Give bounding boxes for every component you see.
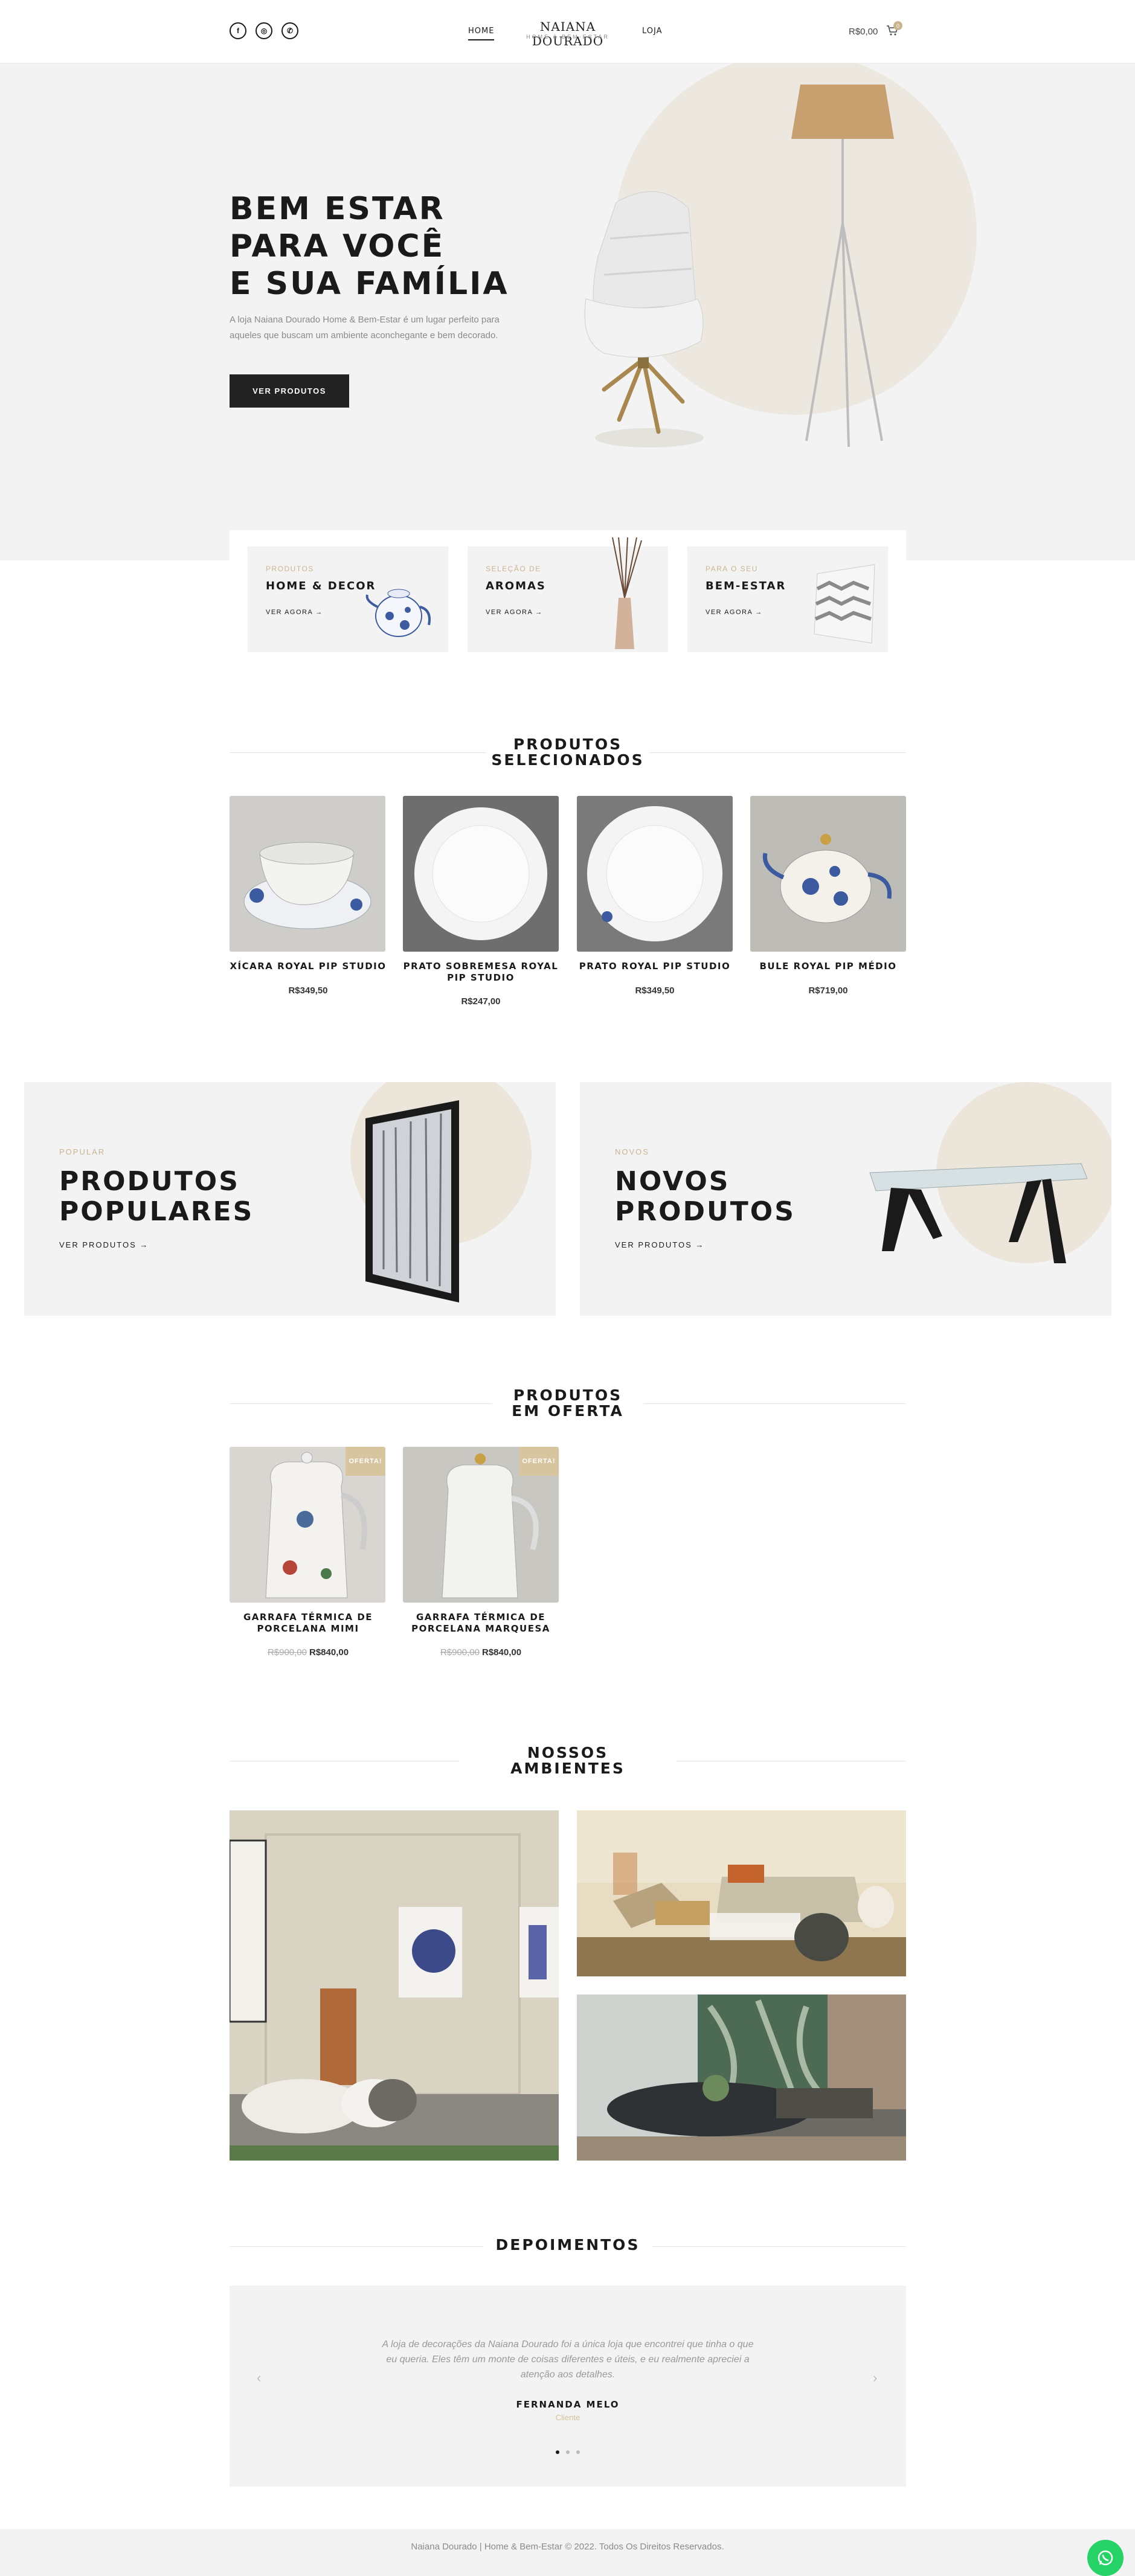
category-card-home-decor[interactable]: PRODUTOS HOME & DECOR VER AGORA → — [248, 546, 448, 652]
category-title: AROMAS — [486, 580, 546, 592]
framed-art-image — [365, 1100, 459, 1302]
old-price: R$900,00 — [440, 1647, 480, 1658]
promo-subtitle: POPULAR — [59, 1147, 106, 1156]
product-image[interactable] — [750, 796, 906, 952]
slider-dot[interactable] — [576, 2450, 580, 2454]
promo-subtitle: NOVOS — [615, 1147, 649, 1156]
armchair-image — [584, 191, 704, 447]
chevron-left-icon[interactable]: ‹ — [257, 2370, 261, 2386]
sale-badge: OFERTA! — [519, 1447, 559, 1476]
whatsapp-icon — [1098, 2550, 1113, 2566]
glass-table-image — [869, 1163, 1088, 1263]
hero-description: A loja Naiana Dourado Home & Bem-Estar é… — [230, 315, 500, 341]
cart-count-badge: 0 — [893, 21, 902, 30]
nav-home[interactable]: HOME — [468, 27, 495, 40]
product-price: R$247,00 — [461, 996, 501, 1007]
floor-lamp-image — [791, 85, 894, 447]
environment-photo-dining[interactable] — [577, 1994, 906, 2161]
site-footer: Naiana Dourado | Home & Bem-Estar © 2022… — [0, 2529, 1135, 2576]
product-image[interactable] — [577, 796, 733, 952]
instagram-icon[interactable]: ◎ — [256, 22, 272, 39]
cart-total[interactable]: R$0,00 — [849, 27, 878, 37]
category-title: BEM-ESTAR — [706, 580, 786, 592]
product-price: R$900,00 R$840,00 — [220, 1647, 396, 1658]
product-name[interactable]: BULE ROYAL PIP MÉDIO — [741, 961, 916, 972]
old-price: R$900,00 — [267, 1647, 307, 1658]
category-cards: PRODUTOS HOME & DECOR VER AGORA → SELEÇÃ… — [230, 530, 906, 666]
category-subtitle: PARA O SEU — [706, 565, 758, 573]
environment-photo-lounge[interactable] — [577, 1810, 906, 1976]
teacup-image — [230, 796, 385, 952]
product-price: R$900,00 R$840,00 — [393, 1647, 568, 1658]
slider-dot-active[interactable] — [556, 2450, 559, 2454]
site-header: f ◎ ✆ HOME NAIANA DOURADO HOME & BEM-EST… — [0, 0, 1135, 63]
logo-subtitle: HOME & BEM-ESTAR — [526, 34, 609, 40]
product-price: R$719,00 — [808, 985, 848, 996]
slider-dot[interactable] — [566, 2450, 570, 2454]
featured-section-title: PRODUTOS SELECIONADOS — [491, 735, 645, 769]
product-price: R$349,50 — [635, 985, 675, 996]
dessert-plate-image — [403, 796, 559, 952]
promo-link[interactable]: VER PRODUTOS → — [59, 1240, 149, 1249]
promo-link[interactable]: VER PRODUTOS → — [615, 1240, 704, 1249]
category-link[interactable]: VER AGORA → — [266, 609, 323, 616]
chevron-right-icon[interactable]: › — [873, 2370, 877, 2386]
environment-photo-living-room[interactable] — [230, 1810, 559, 2161]
product-name[interactable]: GARRAFA TÉRMICA DE PORCELANA MARQUESA — [393, 1612, 568, 1635]
offers-section-title: PRODUTOS EM OFERTA — [512, 1386, 624, 1420]
sale-price: R$840,00 — [482, 1647, 522, 1658]
facebook-icon[interactable]: f — [230, 22, 246, 39]
testimonial-quote: A loja de decorações da Naiana Dourado f… — [382, 2339, 754, 2380]
promo-title: NOVOS PRODUTOS — [615, 1166, 796, 1227]
testimonials-section-title: DEPOIMENTOS — [495, 2236, 640, 2254]
sale-badge: OFERTA! — [346, 1447, 385, 1476]
testimonial-role: Cliente — [555, 2413, 580, 2422]
diffuser-image — [612, 537, 642, 649]
product-name[interactable]: XÍCARA ROYAL PIP STUDIO — [220, 961, 396, 972]
teapot-image — [365, 589, 431, 637]
sale-price: R$840,00 — [309, 1647, 349, 1658]
product-image[interactable] — [403, 796, 559, 952]
pillow-image — [814, 564, 875, 644]
nav-shop[interactable]: LOJA — [642, 27, 663, 36]
footer-copyright: Naiana Dourado | Home & Bem-Estar © 2022… — [411, 2542, 724, 2552]
category-card-aromas[interactable]: SELEÇÃO DE AROMAS VER AGORA → — [468, 537, 668, 652]
whatsapp-icon[interactable]: ✆ — [281, 22, 298, 39]
plate-image — [577, 796, 733, 952]
whatsapp-float-button[interactable] — [1087, 2540, 1124, 2576]
hero-cta-button[interactable]: VER PRODUTOS — [230, 374, 349, 408]
promo-popular[interactable]: POPULAR PRODUTOS POPULARES VER PRODUTOS → — [24, 1082, 556, 1316]
product-name[interactable]: GARRAFA TÉRMICA DE PORCELANA MIMI — [220, 1612, 396, 1635]
section-divider — [652, 2246, 906, 2247]
product-price: R$349,50 — [288, 985, 328, 996]
nav-active-underline — [468, 39, 495, 40]
product-name[interactable]: PRATO SOBREMESA ROYAL PIP STUDIO — [393, 961, 568, 984]
testimonial-author: FERNANDA MELO — [516, 2399, 620, 2410]
teapot-product-image — [750, 796, 906, 952]
environments-section-title: NOSSOS AMBIENTES — [510, 1744, 625, 1777]
category-card-bem-estar[interactable]: PARA O SEU BEM-ESTAR VER AGORA → — [687, 546, 888, 652]
promo-title: PRODUTOS POPULARES — [59, 1166, 254, 1227]
product-image[interactable] — [230, 796, 385, 952]
section-divider — [230, 2246, 483, 2247]
product-image[interactable]: OFERTA! — [230, 1447, 385, 1603]
hero-section: BEM ESTAR PARA VOCÊ E SUA FAMÍLIA A loja… — [0, 63, 1135, 560]
hero-title: BEM ESTAR PARA VOCÊ E SUA FAMÍLIA — [230, 191, 509, 302]
testimonial-slider: ‹ › A loja de decorações da Naiana Doura… — [230, 2286, 906, 2487]
category-link[interactable]: VER AGORA → — [486, 609, 543, 616]
category-subtitle: PRODUTOS — [266, 565, 314, 573]
category-title: HOME & DECOR — [266, 580, 376, 592]
product-image[interactable]: OFERTA! — [403, 1447, 559, 1603]
category-subtitle: SELEÇÃO DE — [486, 565, 541, 573]
category-link[interactable]: VER AGORA → — [706, 609, 763, 616]
product-name[interactable]: PRATO ROYAL PIP STUDIO — [567, 961, 742, 972]
promo-new[interactable]: NOVOS NOVOS PRODUTOS VER PRODUTOS → — [580, 1082, 1111, 1316]
